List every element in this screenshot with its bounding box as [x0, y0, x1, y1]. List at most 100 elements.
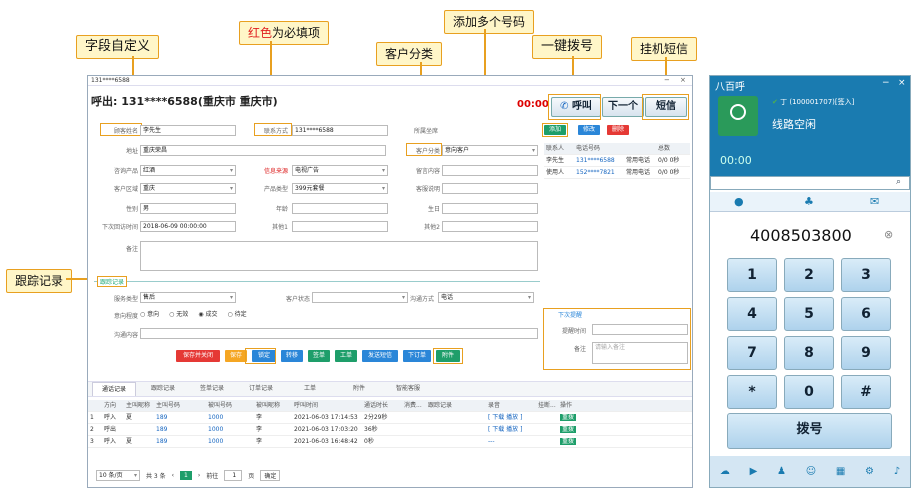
action-button[interactable]: 下订单 [403, 350, 431, 362]
speaker-icon[interactable]: ♪ [894, 466, 900, 477]
dial-button[interactable]: 拨号 [727, 413, 892, 449]
key-6[interactable]: 6 [841, 297, 891, 331]
age-field[interactable] [292, 203, 388, 214]
key-9[interactable]: 9 [841, 336, 891, 370]
clear-icon[interactable]: ⊗ [884, 228, 893, 241]
gender-label: 性别 [125, 206, 138, 213]
action-button[interactable]: 保存并关闭 [176, 350, 220, 362]
goto-confirm-button[interactable]: 确定 [260, 470, 281, 481]
tab-1[interactable]: 跟踪记录 [141, 382, 185, 396]
tab-5[interactable]: 附件 [337, 382, 381, 396]
class-select[interactable]: 意向客户 [442, 145, 538, 156]
bubble-icon[interactable]: ☺ [806, 466, 816, 477]
call-cell[interactable]: [ 下载 播放 ] [486, 412, 536, 423]
delete-contact-button[interactable]: 删除 [607, 125, 629, 135]
call-cell[interactable]: 重拨 [558, 412, 592, 423]
contact-row[interactable]: 李先生 131****6588 常用电话 0/0 0秒 [544, 155, 690, 167]
call-cell[interactable]: 重拨 [558, 424, 592, 435]
table-row[interactable]: 1 呼入 夏 189 1000 李 2021-06-03 17:14:53 2分29秒 [ 下载… [88, 412, 692, 424]
person-icon[interactable]: ♟ [777, 466, 786, 477]
level-option[interactable]: ○ 无效 [169, 309, 188, 318]
key-#[interactable]: # [841, 375, 891, 409]
softphone-title: 八百呼 [715, 82, 745, 93]
method-select[interactable]: 电话 [438, 292, 534, 303]
other2-field[interactable] [442, 221, 538, 232]
level-option[interactable]: ○ 待定 [227, 309, 246, 318]
grid-icon[interactable]: ▦ [836, 466, 845, 477]
page-number[interactable]: 1 [180, 471, 192, 480]
redial-button[interactable]: 重拨 [560, 426, 577, 433]
tab-2[interactable]: 签单记录 [190, 382, 234, 396]
goto-input[interactable]: 1 [224, 470, 243, 481]
table-row[interactable]: 2 呼出 189 1000 李 2021-06-03 17:03:20 36秒 [ 下载 播放… [88, 424, 692, 436]
source-select[interactable]: 电视广告 [292, 165, 388, 176]
org-tab-icon[interactable]: ♣ [804, 195, 814, 208]
key-2[interactable]: 2 [784, 258, 834, 292]
key-1[interactable]: 1 [727, 258, 777, 292]
key-8[interactable]: 8 [784, 336, 834, 370]
key-7[interactable]: 7 [727, 336, 777, 370]
play-icon[interactable]: ▶ [750, 466, 758, 477]
redial-button[interactable]: 重拨 [560, 438, 577, 445]
remind-remark-field[interactable]: 请输入备注 [592, 342, 688, 364]
key-*[interactable]: * [727, 375, 777, 409]
remark-field[interactable] [140, 241, 538, 271]
other1-field[interactable] [292, 221, 388, 232]
tab-0[interactable]: 通话记录 [92, 382, 136, 396]
call-cell[interactable]: --- [486, 436, 536, 447]
contact-row[interactable]: 使用人 152****7821 常用电话 0/0 0秒 [544, 167, 690, 179]
name-field[interactable]: 李先生 [140, 125, 236, 136]
close-icon[interactable]: × [680, 76, 686, 84]
action-button[interactable]: 保存 [225, 350, 247, 362]
call-cell: 3 [90, 438, 94, 445]
region-select[interactable]: 重庆 [140, 183, 236, 194]
birthday-field[interactable] [442, 203, 538, 214]
action-button[interactable]: 发送短信 [362, 350, 398, 362]
service-type-select[interactable]: 售后 [140, 292, 236, 303]
contact-cell: 使用人 [546, 169, 565, 176]
gender-field[interactable]: 男 [140, 203, 236, 214]
edit-contact-button[interactable]: 修改 [578, 125, 600, 135]
content-field[interactable] [140, 328, 538, 339]
call-cell[interactable]: 重拨 [558, 436, 592, 447]
search-icon[interactable]: ⌕ [896, 177, 901, 187]
prev-page-icon[interactable]: ‹ [172, 472, 174, 479]
key-4[interactable]: 4 [727, 297, 777, 331]
message-field[interactable] [442, 165, 538, 176]
next-visit-field[interactable]: 2018-06-09 00:00:00 [140, 221, 236, 232]
call-cell: 1000 [208, 426, 224, 433]
remind-time-field[interactable] [592, 324, 688, 335]
level-option[interactable]: ○ 意向 [140, 309, 159, 318]
tab-6[interactable]: 智能客服 [386, 382, 430, 396]
next-page-icon[interactable]: › [198, 472, 200, 479]
tab-3[interactable]: 订单记录 [239, 382, 283, 396]
call-cell[interactable]: [ 下载 播放 ] [486, 424, 536, 435]
contacts-table: 联系人 电话号码 总数 李先生 131****6588 常用电话 0/0 0秒 使用人 152*… [544, 143, 690, 179]
key-0[interactable]: 0 [784, 375, 834, 409]
minimize-icon[interactable]: − [664, 76, 670, 84]
note-field[interactable] [442, 183, 538, 194]
contact-field[interactable]: 131****6588 [292, 125, 388, 136]
action-button[interactable]: 工单 [335, 350, 357, 362]
page-unit-label: 页 [248, 473, 255, 480]
action-button[interactable]: 转移 [281, 350, 303, 362]
cloud-icon[interactable]: ☁ [720, 466, 730, 477]
product-select[interactable]: 红酒 [140, 165, 236, 176]
call-cell: 李 [256, 438, 263, 445]
page-size-select[interactable]: 10 条/页 [96, 470, 140, 481]
action-button[interactable]: 签单 [308, 350, 330, 362]
key-5[interactable]: 5 [784, 297, 834, 331]
address-field[interactable]: 重庆荣昌 [140, 145, 386, 156]
tab-4[interactable]: 工单 [288, 382, 332, 396]
gear-icon[interactable]: ⚙ [865, 466, 874, 477]
phone-close-icon[interactable]: × [898, 78, 906, 88]
level-option[interactable]: ◉ 成交 [198, 309, 217, 318]
ptype-select[interactable]: 399元套餐 [292, 183, 388, 194]
chat-tab-icon[interactable]: ✉ [870, 195, 879, 208]
phone-minimize-icon[interactable]: − [882, 78, 890, 88]
next-button[interactable]: 下一个 [602, 97, 644, 117]
contacts-tab-icon[interactable]: ● [734, 195, 744, 208]
key-3[interactable]: 3 [841, 258, 891, 292]
redial-button[interactable]: 重拨 [560, 414, 577, 421]
table-row[interactable]: 3 呼入 夏 189 1000 李 2021-06-03 16:48:42 0秒 --- 重拨 [88, 436, 692, 448]
